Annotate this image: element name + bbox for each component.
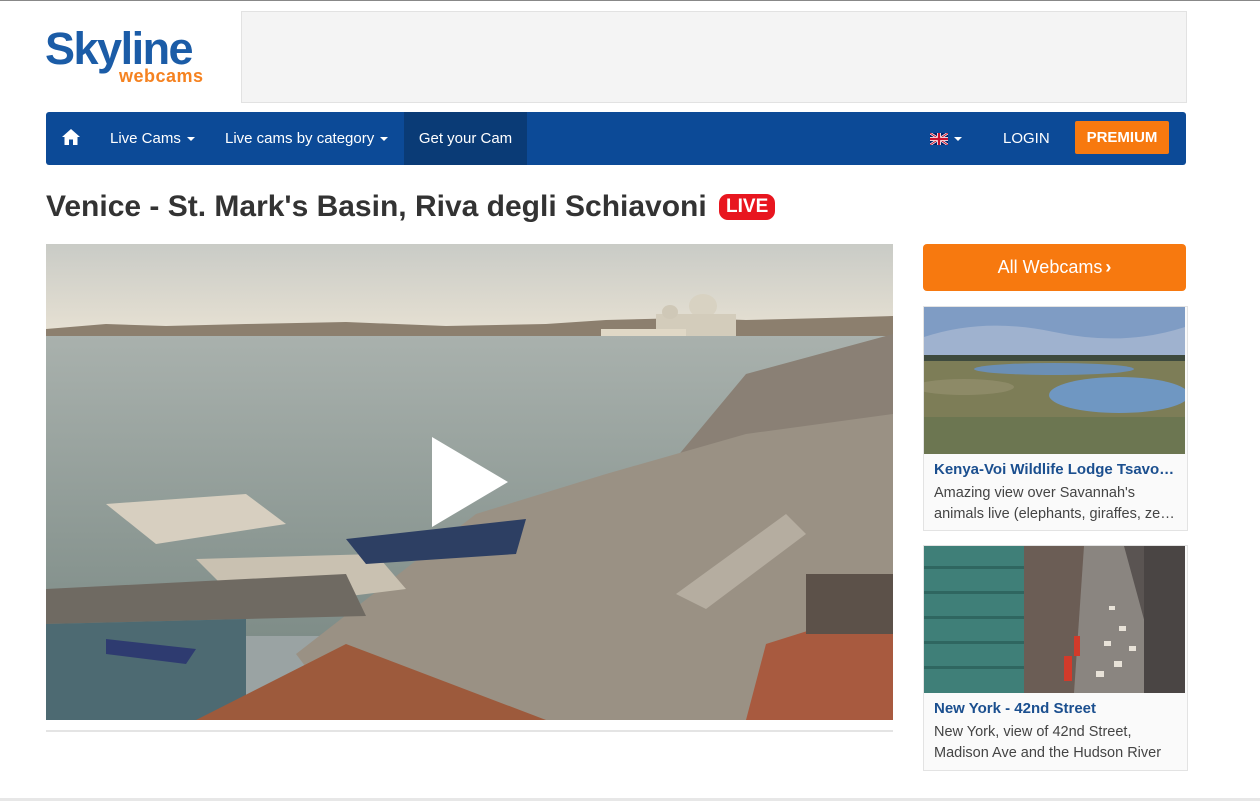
desc-line: New York, view of 42nd Street, <box>934 724 1132 740</box>
nav-by-category[interactable]: Live cams by category <box>225 112 389 165</box>
page-title-text: Venice - St. Mark's Basin, Riva degli Sc… <box>46 190 707 223</box>
webcam-card-title[interactable]: New York - 42nd Street <box>934 700 1177 717</box>
desc-line: Amazing view over Savannah's <box>934 485 1136 501</box>
nav-by-category-label: Live cams by category <box>225 130 375 147</box>
newyork-thumbnail-image <box>924 546 1185 693</box>
nav-live-cams-label: Live Cams <box>110 130 181 147</box>
chevron-right-icon: › <box>1105 257 1112 277</box>
site-logo[interactable]: Skyline webcams <box>45 26 220 88</box>
desc-line: animals live (elephants, giraffes, zebra… <box>934 506 1177 522</box>
nav-live-cams[interactable]: Live Cams <box>110 112 195 165</box>
ad-banner <box>241 11 1187 103</box>
main-navbar: Live Cams Live cams by category Get your… <box>46 112 1186 165</box>
home-icon <box>62 129 80 145</box>
webcam-card[interactable]: Kenya-Voi Wildlife Lodge Tsavo East Amaz… <box>923 306 1188 531</box>
login-link[interactable]: LOGIN <box>1003 112 1050 165</box>
play-icon[interactable] <box>432 437 508 527</box>
logo-wordmark: Skyline <box>45 23 194 74</box>
player-divider <box>46 730 893 732</box>
logo-subtitle: webcams <box>119 66 204 86</box>
nav-get-your-cam[interactable]: Get your Cam <box>404 112 527 165</box>
nav-get-your-cam-label: Get your Cam <box>418 130 513 147</box>
language-selector[interactable] <box>930 112 962 165</box>
webcam-card-description: New York, view of 42nd Street, Madison A… <box>934 722 1177 764</box>
caret-down-icon <box>186 137 195 142</box>
desc-line: Madison Ave and the Hudson River <box>934 745 1162 761</box>
page-title: Venice - St. Mark's Basin, Riva degli Sc… <box>46 188 776 226</box>
top-border <box>0 0 1260 1</box>
nav-home[interactable] <box>46 112 96 165</box>
webcam-card-description: Amazing view over Savannah's animals liv… <box>934 483 1177 525</box>
all-webcams-button[interactable]: All Webcams › <box>923 244 1186 291</box>
uk-flag-icon <box>930 133 948 146</box>
caret-down-icon <box>954 137 962 142</box>
all-webcams-label: All Webcams <box>997 257 1103 277</box>
webcam-card[interactable]: New York - 42nd Street New York, view of… <box>923 545 1188 771</box>
live-badge: LIVE <box>719 194 776 220</box>
webcam-player[interactable] <box>46 244 893 720</box>
webcam-thumbnail[interactable] <box>924 307 1185 454</box>
kenya-thumbnail-image <box>924 307 1185 454</box>
webcam-thumbnail[interactable] <box>924 546 1185 693</box>
webcam-card-title[interactable]: Kenya-Voi Wildlife Lodge Tsavo East <box>934 461 1177 478</box>
login-label: LOGIN <box>1003 130 1050 147</box>
premium-button[interactable]: PREMIUM <box>1075 121 1169 154</box>
caret-down-icon <box>380 137 389 142</box>
